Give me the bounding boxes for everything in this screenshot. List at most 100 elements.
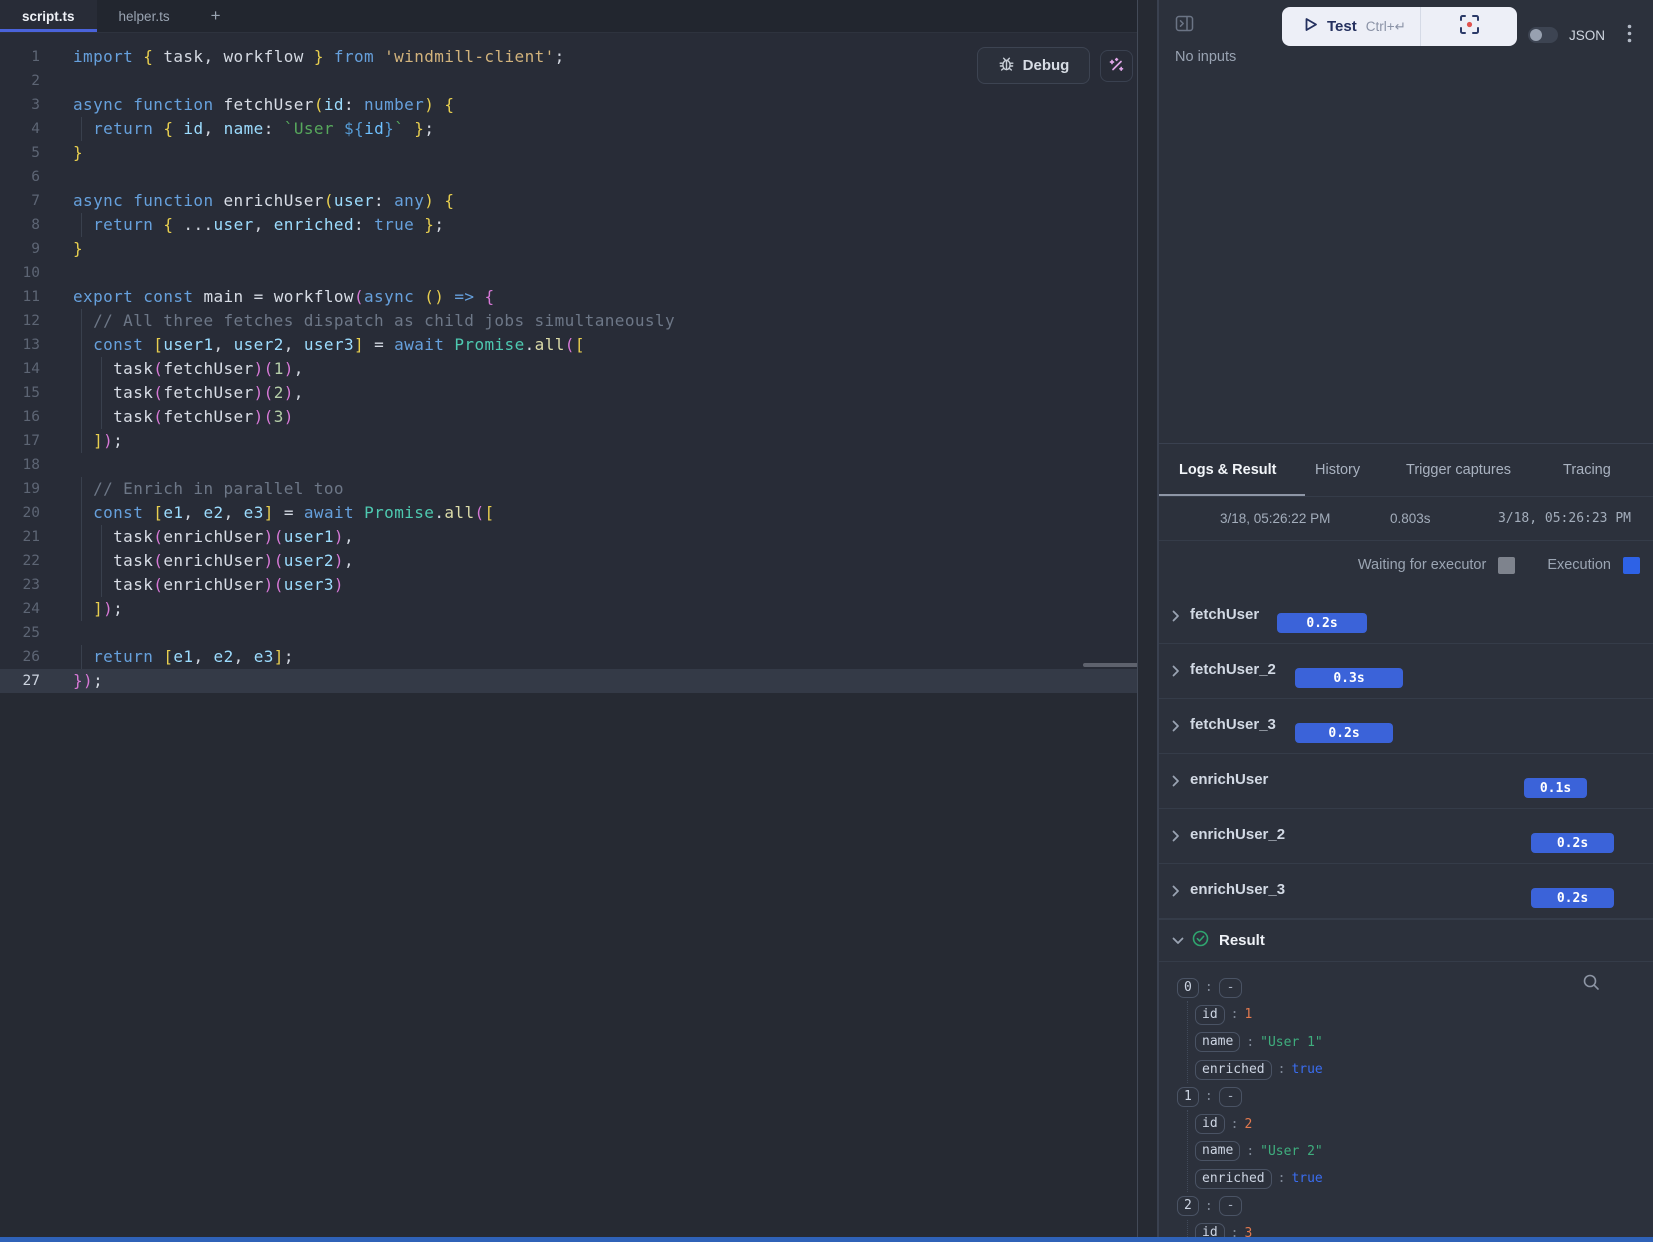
capture-button[interactable] <box>1421 7 1517 46</box>
timeline-row-fetchUser[interactable]: fetchUser0.2s <box>1159 589 1653 644</box>
code-line[interactable]: 17 ]); <box>0 429 1157 453</box>
code-editor[interactable]: 1import { task, workflow } from 'windmil… <box>0 33 1157 693</box>
result-children: id:2name:"User 2"enriched:true <box>1187 1110 1653 1192</box>
result-key-badge[interactable]: name <box>1195 1141 1240 1161</box>
new-tab-button[interactable]: + <box>196 0 236 32</box>
timeline-row-fetchUser_3[interactable]: fetchUser_30.2s <box>1159 699 1653 754</box>
timeline-row-enrichUser_3[interactable]: enrichUser_30.2s <box>1159 864 1653 919</box>
code-line[interactable]: 5} <box>0 141 1157 165</box>
test-button[interactable]: Test Ctrl+↵ <box>1282 7 1420 46</box>
debug-button[interactable]: Debug <box>977 47 1090 84</box>
code-line[interactable]: 18 <box>0 453 1157 477</box>
result-key-badge[interactable]: id <box>1195 1005 1225 1025</box>
json-toggle[interactable] <box>1528 27 1558 43</box>
line-number: 16 <box>0 405 40 429</box>
timeline-row-enrichUser[interactable]: enrichUser0.1s <box>1159 754 1653 809</box>
result-key-badge[interactable]: id <box>1195 1223 1225 1237</box>
code-line[interactable]: 9} <box>0 237 1157 261</box>
colon: : <box>1246 1035 1254 1050</box>
job-name: enrichUser_2 <box>1190 826 1285 843</box>
result-key-badge[interactable]: id <box>1195 1114 1225 1134</box>
result-value: "User 2" <box>1260 1144 1323 1159</box>
timeline-row-enrichUser_2[interactable]: enrichUser_2 0.2s <box>1159 809 1653 864</box>
ai-assist-button[interactable] <box>1100 50 1133 82</box>
code-line[interactable]: 23 task(enrichUser)(user3) <box>0 573 1157 597</box>
execution-bar[interactable]: 0.2s <box>1531 888 1614 908</box>
result-index-badge[interactable]: 1 <box>1177 1087 1199 1107</box>
result-key-badge[interactable]: name <box>1195 1032 1240 1052</box>
execution-bar[interactable]: 0.2s <box>1295 723 1393 743</box>
magic-wand-icon <box>1108 56 1126 77</box>
chevron-right-icon[interactable] <box>1172 884 1180 902</box>
bottom-resize-bar[interactable] <box>0 1237 1653 1242</box>
code-content[interactable]: 1import { task, workflow } from 'windmil… <box>0 33 1157 693</box>
result-index-badge[interactable]: 2 <box>1177 1196 1199 1216</box>
result-index-badge[interactable]: 0 <box>1177 978 1199 998</box>
code-line-text: return { ...user, enriched: true }; <box>73 213 444 237</box>
code-line[interactable]: 21 task(enrichUser)(user1), <box>0 525 1157 549</box>
code-line[interactable]: 26 return [e1, e2, e3]; <box>0 645 1157 669</box>
code-line[interactable]: 8 return { ...user, enriched: true }; <box>0 213 1157 237</box>
colon: : <box>1278 1171 1286 1186</box>
kebab-menu-icon <box>1627 31 1632 46</box>
result-field-row: name:"User 1" <box>1195 1029 1653 1056</box>
code-line[interactable]: 4 return { id, name: `User ${id}` }; <box>0 117 1157 141</box>
result-value: 1 <box>1244 1007 1252 1022</box>
code-line[interactable]: 6 <box>0 165 1157 189</box>
result-key-badge[interactable]: enriched <box>1195 1169 1272 1189</box>
logs-tab-tracing[interactable]: Tracing <box>1563 444 1611 496</box>
chevron-right-icon[interactable] <box>1172 829 1180 847</box>
logs-tab-history[interactable]: History <box>1315 444 1360 496</box>
result-header[interactable]: Result <box>1159 919 1653 961</box>
line-number: 14 <box>0 357 40 381</box>
code-line[interactable]: 25 <box>0 621 1157 645</box>
code-line[interactable]: 11export const main = workflow(async () … <box>0 285 1157 309</box>
legend-swatch <box>1498 557 1515 574</box>
execution-bar[interactable]: 0.2s <box>1531 833 1614 853</box>
line-number: 4 <box>0 117 40 141</box>
tab-helper-ts[interactable]: helper.ts <box>97 0 192 32</box>
tab-script-ts[interactable]: script.ts <box>0 0 97 32</box>
chevron-right-icon[interactable] <box>1172 719 1180 737</box>
code-line[interactable]: 27}); <box>0 669 1157 693</box>
logs-tab-logs-result[interactable]: Logs & Result <box>1179 444 1276 496</box>
result-field-row: name:"User 2" <box>1195 1138 1653 1165</box>
code-line[interactable]: 14 task(fetchUser)(1), <box>0 357 1157 381</box>
line-number: 13 <box>0 333 40 357</box>
panel-collapse-button[interactable] <box>1174 14 1196 36</box>
code-line-text: import { task, workflow } from 'windmill… <box>73 45 565 69</box>
collapse-toggle-badge[interactable]: - <box>1219 1087 1243 1107</box>
timeline-row-fetchUser_2[interactable]: fetchUser_20.3s <box>1159 644 1653 699</box>
execution-bar[interactable]: 0.3s <box>1295 668 1403 688</box>
code-line[interactable]: 3async function fetchUser(id: number) { <box>0 93 1157 117</box>
execution-bar[interactable]: 0.2s <box>1277 613 1367 633</box>
result-root-row: 1:- <box>1177 1083 1653 1110</box>
line-number: 18 <box>0 453 40 477</box>
code-line[interactable]: 10 <box>0 261 1157 285</box>
collapse-toggle-badge[interactable]: - <box>1219 1196 1243 1216</box>
code-line[interactable]: 19 // Enrich in parallel too <box>0 477 1157 501</box>
code-line[interactable]: 22 task(enrichUser)(user2), <box>0 549 1157 573</box>
code-line[interactable]: 16 task(fetchUser)(3) <box>0 405 1157 429</box>
code-line[interactable]: 15 task(fetchUser)(2), <box>0 381 1157 405</box>
chevron-right-icon[interactable] <box>1172 609 1180 627</box>
result-search-button[interactable] <box>1582 973 1601 995</box>
code-line[interactable]: 24 ]); <box>0 597 1157 621</box>
panel-menu-button[interactable] <box>1621 24 1637 46</box>
chevron-right-icon[interactable] <box>1172 664 1180 682</box>
result-key-badge[interactable]: enriched <box>1195 1060 1272 1080</box>
code-line-text: // All three fetches dispatch as child j… <box>73 309 675 333</box>
windmill-app: script.ts helper.ts + 1import { task, wo… <box>0 0 1653 1242</box>
code-line[interactable]: 20 const [e1, e2, e3] = await Promise.al… <box>0 501 1157 525</box>
editor-panel-gutter[interactable] <box>1137 0 1157 1237</box>
code-line[interactable]: 7async function enrichUser(user: any) { <box>0 189 1157 213</box>
result-value: true <box>1291 1171 1322 1186</box>
execution-bar[interactable]: 0.1s <box>1524 778 1587 798</box>
logs-tab-trigger-captures[interactable]: Trigger captures <box>1406 444 1511 496</box>
legend-item: Execution <box>1547 557 1640 574</box>
code-line[interactable]: 13 const [user1, user2, user3] = await P… <box>0 333 1157 357</box>
collapse-toggle-badge[interactable]: - <box>1219 978 1243 998</box>
code-line[interactable]: 12 // All three fetches dispatch as chil… <box>0 309 1157 333</box>
chevron-right-icon[interactable] <box>1172 774 1180 792</box>
code-line-text: // Enrich in parallel too <box>73 477 344 501</box>
